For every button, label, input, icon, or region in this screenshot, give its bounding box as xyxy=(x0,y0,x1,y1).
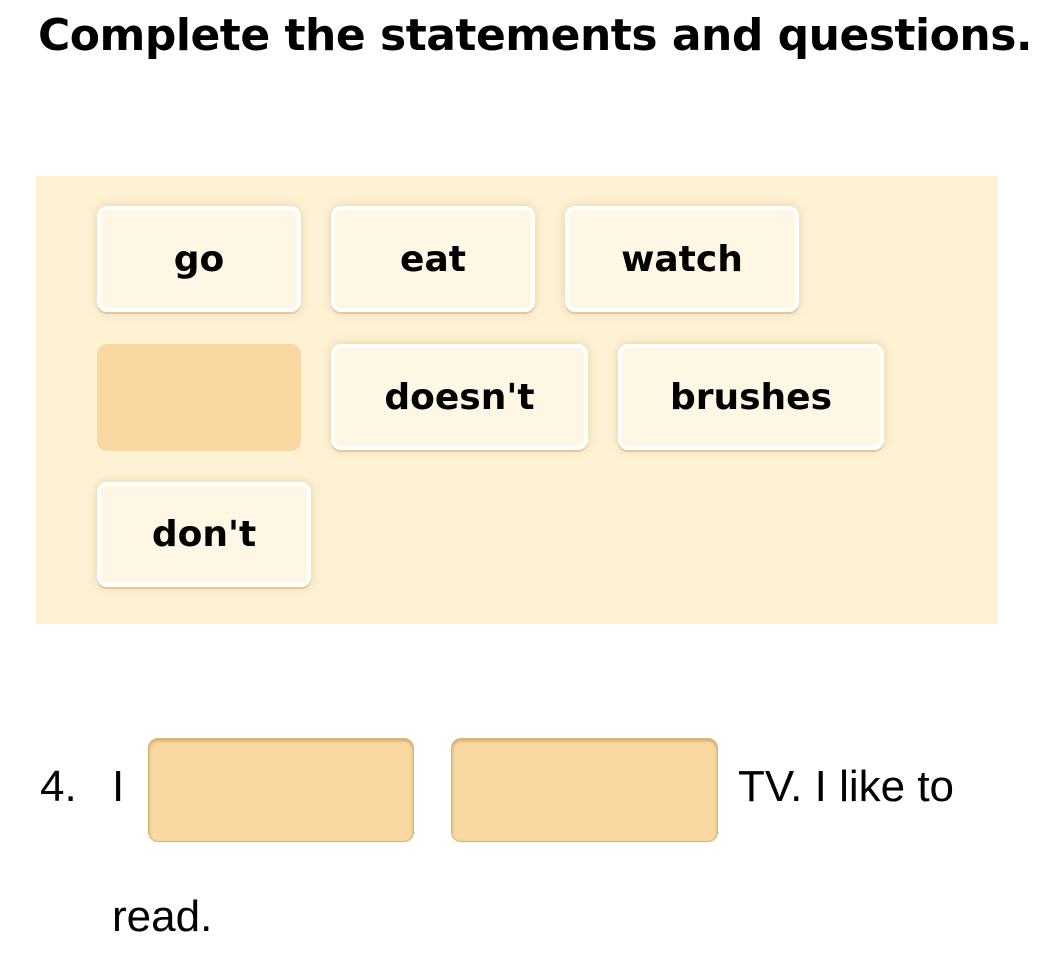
word-tile-brushes[interactable]: brushes xyxy=(618,344,884,450)
empty-tile-slot xyxy=(97,344,301,451)
answer-blank-2[interactable] xyxy=(451,738,718,842)
question-text-after: TV. I like to xyxy=(738,762,955,811)
word-tile-dont[interactable]: don't xyxy=(97,482,311,587)
instruction-heading: Complete the statements and questions. xyxy=(38,10,1033,61)
word-tile-doesnt[interactable]: doesn't xyxy=(331,344,588,450)
question-number: 4. xyxy=(40,762,77,811)
word-tile-watch[interactable]: watch xyxy=(565,206,799,312)
question-continuation: read. xyxy=(112,892,213,941)
question-subject: I xyxy=(112,762,125,811)
word-tile-go[interactable]: go xyxy=(97,206,301,312)
word-tile-eat[interactable]: eat xyxy=(331,206,535,312)
answer-blank-1[interactable] xyxy=(148,738,414,842)
